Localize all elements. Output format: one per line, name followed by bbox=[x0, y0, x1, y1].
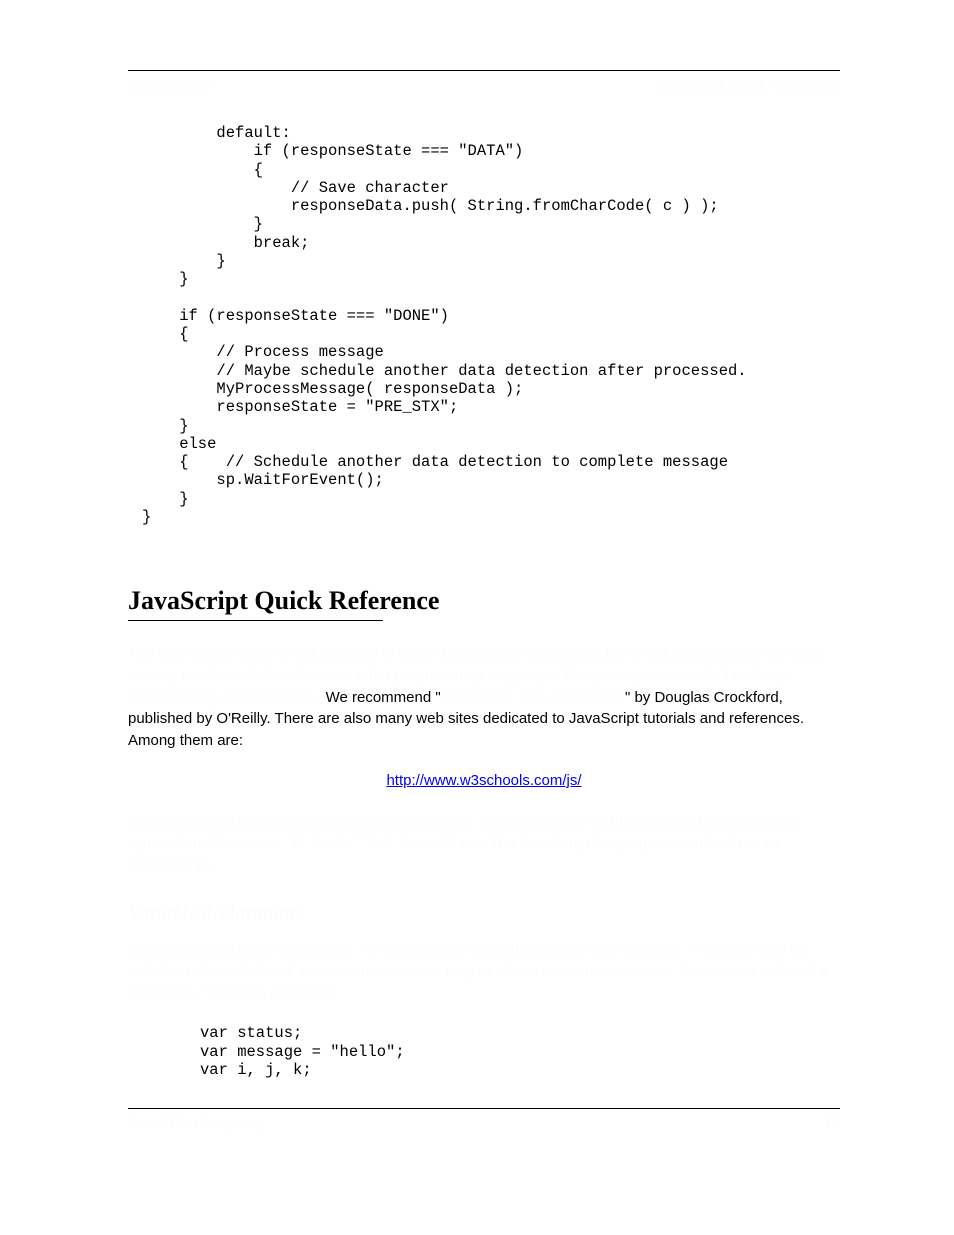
header-right: JavaScript Quick Reference bbox=[654, 77, 840, 94]
footer-row: Serial Port Scripting 19 bbox=[128, 1115, 840, 1132]
intro-text-b-plain: We recommend " bbox=[326, 689, 441, 706]
header-divider bbox=[128, 70, 840, 71]
section-underline bbox=[128, 620, 383, 621]
code-block-response-handler: default: if (responseState === "DATA") {… bbox=[142, 124, 840, 526]
footer-page-number: 19 bbox=[823, 1115, 840, 1132]
footer-left: Serial Port Scripting bbox=[128, 1115, 261, 1132]
reference-link[interactable]: http://www.w3schools.com/js/ bbox=[386, 772, 581, 789]
running-header: ScriptBasics JavaScript Quick Reference bbox=[128, 77, 840, 94]
page-footer: Serial Port Scripting 19 bbox=[128, 1108, 840, 1132]
reference-link-block: http://www.w3schools.com/js/ bbox=[128, 772, 840, 789]
header-left: ScriptBasics bbox=[128, 77, 211, 94]
javascript-overview-paragraph: JaveScript is an interpretive programmin… bbox=[128, 811, 840, 876]
subsection-heading: Variable declarations bbox=[128, 902, 840, 925]
code-block-var-decl: var status; var message = "hello"; var i… bbox=[200, 1024, 840, 1079]
var-decl-paragraph: JavaScript uses loose data typing. All v… bbox=[128, 939, 840, 1004]
footer-divider bbox=[128, 1108, 840, 1109]
book-title: JavaScript: The Good Parts bbox=[441, 689, 625, 706]
section-heading: JavaScript Quick Reference bbox=[128, 586, 840, 616]
intro-paragraph: The information below is not intended to… bbox=[128, 643, 840, 752]
page-content: ScriptBasics JavaScript Quick Reference … bbox=[128, 70, 840, 1079]
